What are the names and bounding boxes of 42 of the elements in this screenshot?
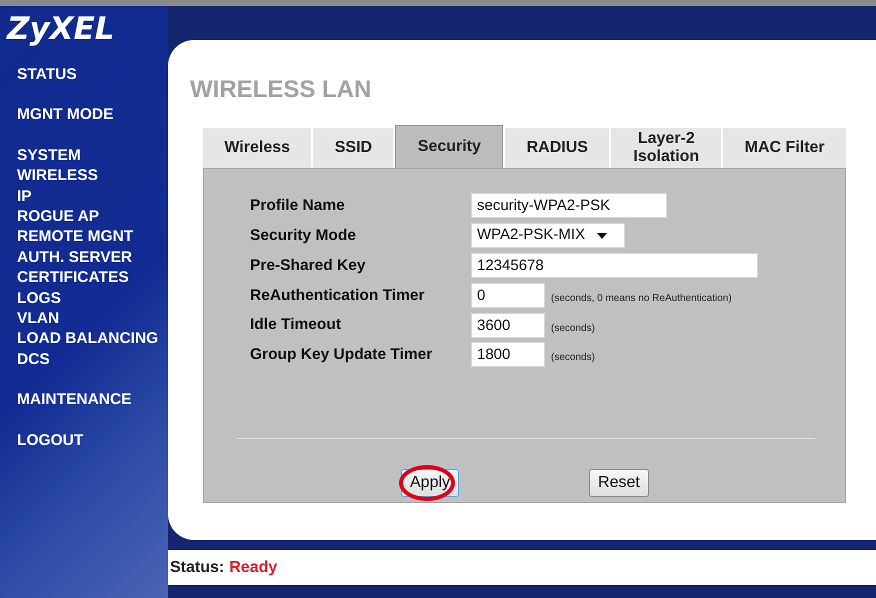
field-label: Profile Name: [250, 196, 346, 216]
input-field[interactable]: 12345678: [471, 252, 758, 278]
field-label: Idle Timeout: [250, 315, 342, 336]
menu-item[interactable]: VLAN: [17, 309, 60, 330]
menu-item[interactable]: AUTH. SERVER: [17, 248, 132, 268]
hint-text: (seconds, 0 means no ReAuthentication): [551, 292, 732, 306]
page-title: WIRELESS LAN: [190, 78, 372, 102]
menu-item[interactable]: CERTIFICATES: [17, 268, 129, 289]
menu-item[interactable]: STATUS: [17, 65, 77, 86]
tab[interactable]: MAC Filter: [723, 128, 846, 168]
status-label: Status:: [170, 558, 224, 578]
dropdown[interactable]: WPA2-PSK-MIX: [471, 223, 625, 248]
menu-item[interactable]: ROGUE AP: [17, 207, 100, 228]
tab[interactable]: SSID: [313, 128, 394, 168]
action-button[interactable]: Reset: [589, 468, 649, 497]
field-label: Security Mode: [250, 226, 357, 246]
hint-text: (seconds): [551, 322, 595, 336]
menu-item[interactable]: LOAD BALANCING: [17, 329, 158, 350]
menu-item[interactable]: IP: [17, 186, 32, 208]
tab[interactable]: Security: [395, 125, 504, 168]
logo: ZyXEL: [7, 14, 115, 45]
menu-item[interactable]: MAINTENANCE: [17, 390, 132, 411]
menu-item[interactable]: LOGS: [17, 288, 61, 310]
input-field[interactable]: security-WPA2-PSK: [471, 193, 667, 218]
menu-item[interactable]: WIRELESS: [17, 166, 98, 187]
tab[interactable]: Layer-2 Isolation: [611, 128, 722, 168]
menu-item[interactable]: SYSTEM: [17, 146, 81, 166]
hint-text: (seconds): [551, 351, 595, 366]
field-label: Pre-Shared Key: [250, 256, 366, 276]
status-value: Ready: [229, 558, 278, 578]
tab[interactable]: Wireless: [203, 128, 312, 168]
menu-item[interactable]: LOGOUT: [17, 430, 84, 452]
tab[interactable]: RADIUS: [505, 128, 610, 168]
input-field[interactable]: 3600: [471, 312, 545, 338]
caret-icon: [597, 232, 608, 239]
field-label: Group Key Update Timer: [250, 345, 434, 366]
menu-item[interactable]: DCS: [17, 350, 50, 370]
menu-item[interactable]: REMOTE MGNT: [17, 227, 134, 248]
field-label: ReAuthentication Timer: [250, 286, 426, 306]
input-field[interactable]: 1800: [471, 342, 545, 368]
input-field[interactable]: 0: [471, 282, 545, 308]
menu-item[interactable]: MGNT MODE: [17, 105, 114, 126]
